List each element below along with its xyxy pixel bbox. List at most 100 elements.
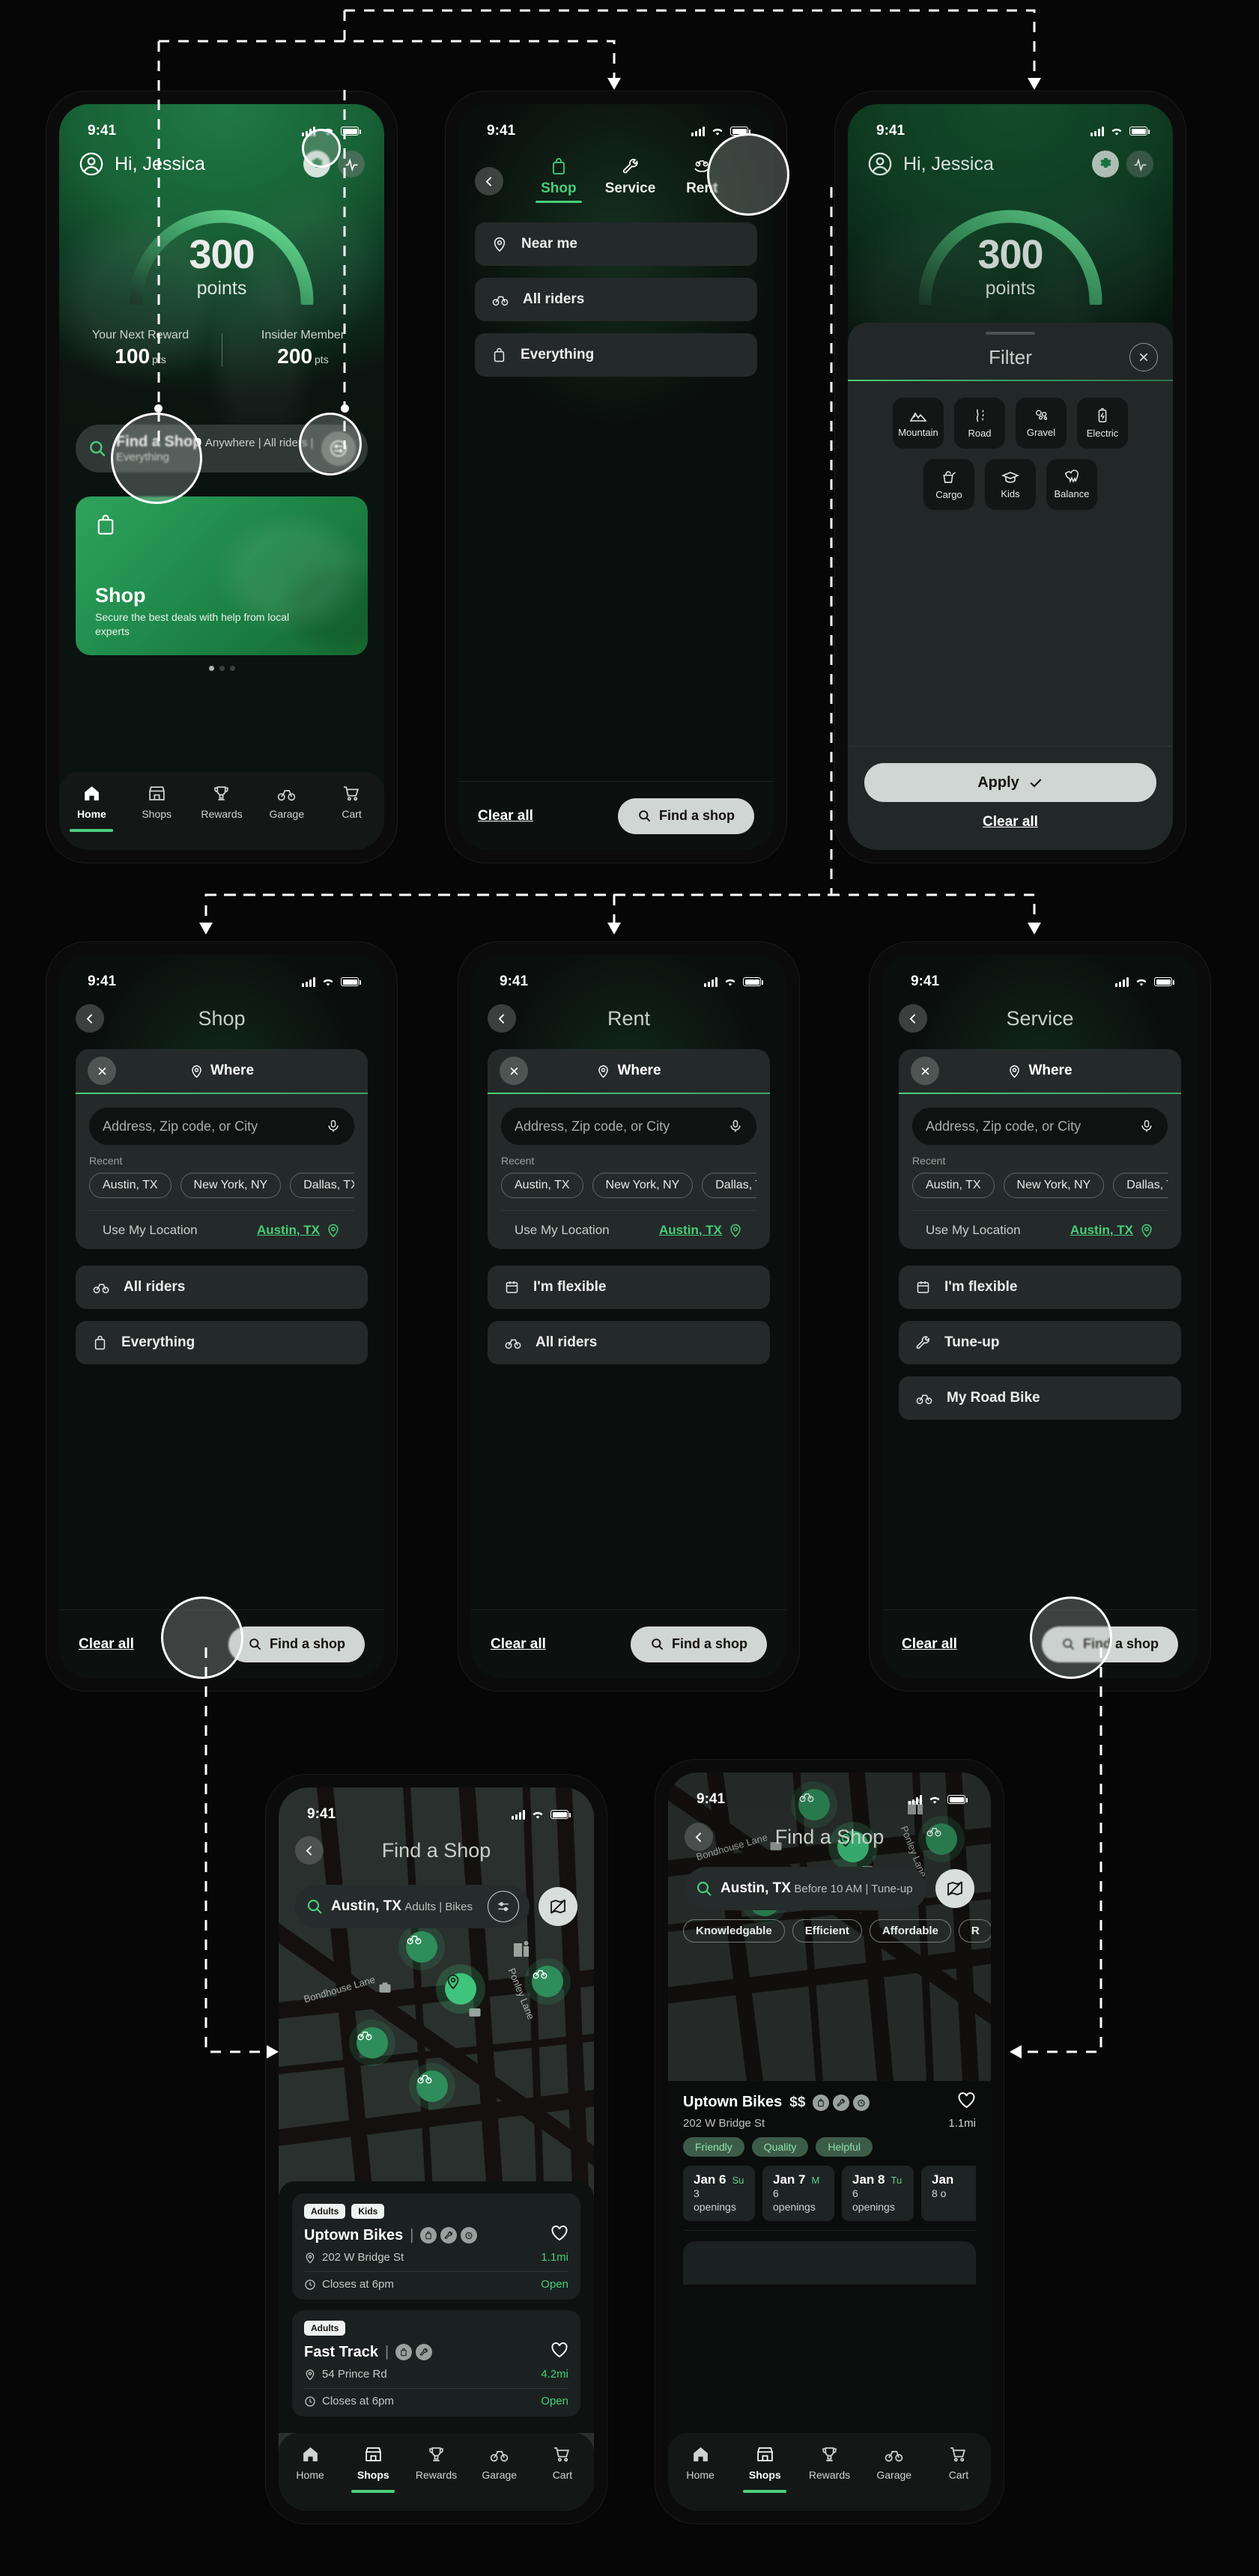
nav-rewards[interactable]: Rewards: [404, 2445, 467, 2481]
clear-all-button[interactable]: Clear all: [478, 808, 533, 824]
recent-chips: Austin, TX New York, NY Dallas, TX: [912, 1173, 1168, 1198]
next-result-peek[interactable]: [683, 2241, 976, 2285]
use-my-location-value[interactable]: Austin, TX: [659, 1223, 743, 1238]
filter-road[interactable]: Road: [954, 398, 1005, 449]
map-pin[interactable]: [416, 2071, 448, 2102]
option-all-riders[interactable]: All riders: [76, 1266, 368, 1309]
nav-garage[interactable]: Garage: [254, 784, 319, 820]
location-input[interactable]: Address, Zip code, or City: [89, 1108, 354, 1145]
close-button[interactable]: [1129, 343, 1158, 371]
promo-card-shop[interactable]: Shop Secure the best deals with help fro…: [76, 496, 368, 655]
recent-chip[interactable]: New York, NY: [180, 1173, 282, 1198]
clear-all-button[interactable]: Clear all: [491, 1636, 546, 1653]
nav-rewards[interactable]: Rewards: [189, 784, 255, 820]
recent-chip[interactable]: Austin, TX: [89, 1173, 172, 1198]
back-button[interactable]: [295, 1836, 324, 1865]
shop-detail-item[interactable]: Uptown Bikes $$ 202 W Bridge St 1.1mi Fr…: [683, 2081, 976, 2231]
search-icon: [639, 810, 651, 822]
map-toggle-button[interactable]: [539, 1887, 577, 1926]
nav-shops[interactable]: Shops: [732, 2445, 797, 2493]
back-button[interactable]: [488, 1004, 516, 1033]
nav-home[interactable]: Home: [59, 784, 124, 832]
tab-service[interactable]: Service: [595, 157, 667, 203]
day-slot[interactable]: Jan 6 Su 3 openings: [683, 2166, 755, 2221]
nav-cart[interactable]: Cart: [319, 784, 384, 820]
find-a-shop-button[interactable]: Find a shop: [631, 1626, 767, 1662]
recent-chip[interactable]: New York, NY: [592, 1173, 694, 1198]
recent-chip[interactable]: Dallas, TX: [290, 1173, 354, 1198]
filter-button[interactable]: [488, 1891, 519, 1922]
find-a-shop-button[interactable]: Find a shop: [618, 798, 754, 834]
map-search-bar[interactable]: Austin, TX Before 10 AM | Tune-up: [685, 1867, 926, 1910]
nav-home[interactable]: Home: [279, 2445, 342, 2481]
option-everything[interactable]: Everything: [76, 1321, 368, 1364]
filter-electric[interactable]: Electric: [1077, 398, 1128, 449]
nav-rewards[interactable]: Rewards: [797, 2445, 861, 2481]
nav-shops[interactable]: Shops: [124, 784, 189, 820]
option-my-road-bike[interactable]: My Road Bike: [899, 1376, 1181, 1420]
calendar-icon: [917, 1281, 929, 1293]
badge: Kids: [351, 2204, 385, 2219]
back-button[interactable]: [475, 167, 503, 195]
recent-chip[interactable]: New York, NY: [1003, 1173, 1105, 1198]
option-all-riders[interactable]: All riders: [475, 278, 757, 321]
nav-cart[interactable]: Cart: [926, 2445, 991, 2481]
use-my-location-value[interactable]: Austin, TX: [1070, 1223, 1154, 1238]
favorite-button[interactable]: [550, 2225, 568, 2246]
apply-button[interactable]: Apply: [864, 763, 1156, 802]
filter-kids[interactable]: Kids: [985, 459, 1036, 510]
quality-pill[interactable]: Affordable: [869, 1919, 951, 1942]
nav-garage[interactable]: Garage: [468, 2445, 531, 2481]
recent-chip[interactable]: Austin, TX: [912, 1173, 995, 1198]
day-slot[interactable]: Jan 8 o: [921, 2166, 976, 2221]
nav-garage[interactable]: Garage: [862, 2445, 926, 2481]
settings-button[interactable]: [1092, 151, 1119, 177]
quality-pill[interactable]: Efficient: [792, 1919, 862, 1942]
activity-button[interactable]: [338, 151, 365, 177]
map-pin[interactable]: [357, 2027, 388, 2059]
carousel-dots[interactable]: [59, 666, 384, 671]
option-near-me[interactable]: Near me: [475, 222, 757, 266]
option-im-flexible[interactable]: I'm flexible: [488, 1266, 770, 1309]
nav-home[interactable]: Home: [668, 2445, 732, 2481]
filter-gravel[interactable]: Gravel: [1016, 398, 1067, 449]
favorite-button[interactable]: [957, 2092, 976, 2113]
option-tune-up[interactable]: Tune-up: [899, 1321, 1181, 1364]
location-input[interactable]: Address, Zip code, or City: [912, 1108, 1168, 1145]
favorite-button[interactable]: [550, 2342, 568, 2363]
clear-all-button[interactable]: Clear all: [864, 814, 1156, 830]
option-all-riders[interactable]: All riders: [488, 1321, 770, 1364]
option-im-flexible[interactable]: I'm flexible: [899, 1266, 1181, 1309]
filter-row-2: Cargo Kids Balance: [848, 449, 1173, 510]
quality-pill[interactable]: R: [958, 1919, 991, 1942]
clear-all-button[interactable]: Clear all: [79, 1636, 134, 1653]
recent-chip[interactable]: Dallas, TX: [702, 1173, 756, 1198]
filter-cargo[interactable]: Cargo: [923, 459, 974, 510]
day-slot[interactable]: Jan 8 Tu 6 openings: [842, 2166, 914, 2221]
map-pin[interactable]: [532, 1966, 563, 1997]
clear-all-button[interactable]: Clear all: [902, 1636, 957, 1653]
result-card[interactable]: Adults Fast Track | 54 Prince Rd 4.2mi C…: [292, 2310, 580, 2416]
result-card[interactable]: Adults Kids Uptown Bikes | 202 W Bridge …: [292, 2193, 580, 2300]
back-button[interactable]: [685, 1823, 713, 1851]
recent-chip[interactable]: Dallas, TX: [1113, 1173, 1168, 1198]
nav-cart[interactable]: Cart: [531, 2445, 594, 2481]
activity-button[interactable]: [1126, 151, 1153, 177]
location-input[interactable]: Address, Zip code, or City: [501, 1108, 756, 1145]
day-slot[interactable]: Jan 7M 6 openings: [762, 2166, 834, 2221]
tab-shop[interactable]: Shop: [523, 157, 595, 203]
use-my-location-value[interactable]: Austin, TX: [257, 1223, 341, 1238]
map-toggle-button[interactable]: [935, 1869, 974, 1908]
map-pin[interactable]: [406, 1931, 437, 1963]
filter-mountain[interactable]: Mountain: [893, 398, 944, 449]
back-button[interactable]: [76, 1004, 104, 1033]
option-everything[interactable]: Everything: [475, 333, 757, 377]
filter-balance[interactable]: Balance: [1046, 459, 1097, 510]
nav-shops[interactable]: Shops: [342, 2445, 404, 2493]
map-search-bar[interactable]: Austin, TX Adults | Bikes: [295, 1885, 530, 1928]
back-button[interactable]: [899, 1004, 927, 1033]
map-pin-selected[interactable]: [445, 1973, 476, 2005]
find-a-shop-button[interactable]: Find a shop: [228, 1626, 365, 1662]
recent-chip[interactable]: Austin, TX: [501, 1173, 583, 1198]
quality-pill[interactable]: Knowledgable: [683, 1919, 785, 1942]
